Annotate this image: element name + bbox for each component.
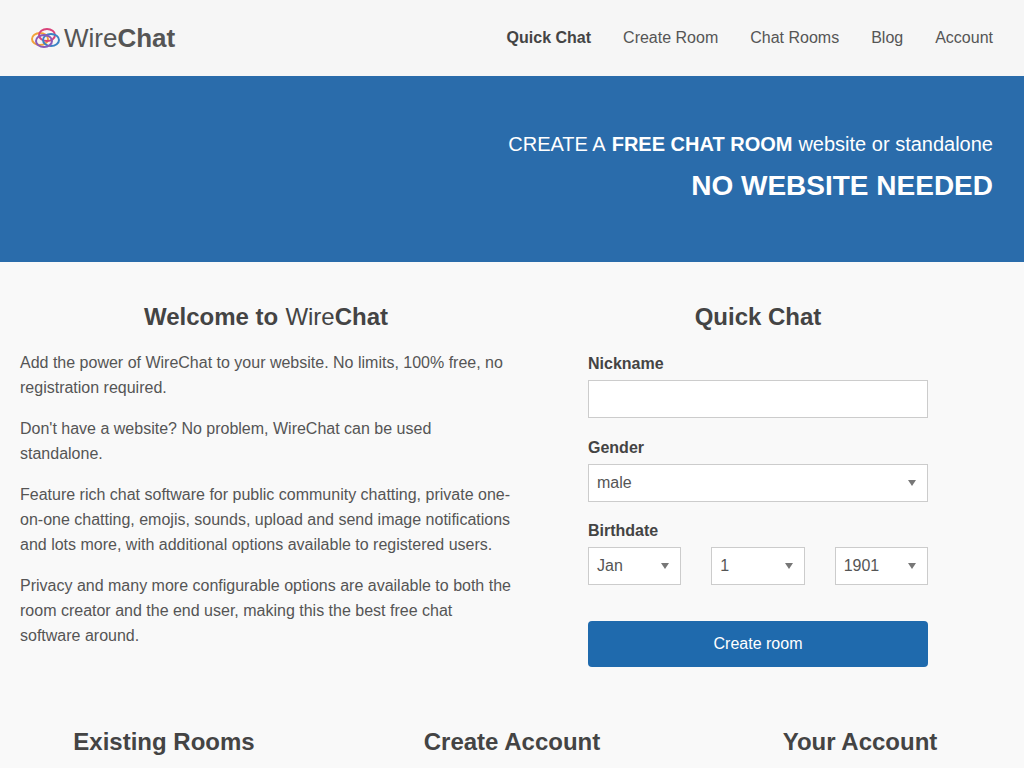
- dropdown-arrow-icon: [660, 563, 670, 569]
- hero-headline: NO WEBSITE NEEDED: [691, 169, 993, 203]
- birthdate-row: Jan 1 1901: [588, 547, 928, 585]
- quick-chat-form: Quick Chat Nickname Gender male Birthdate Jan…: [588, 302, 928, 667]
- month-select-value: Jan: [597, 554, 623, 578]
- dropdown-arrow-icon: [907, 480, 917, 486]
- nav-link[interactable]: Create Room: [623, 28, 718, 48]
- logo-part: Wire: [64, 23, 117, 53]
- main-content: Welcome toWireChatAdd the power of WireC…: [0, 262, 1024, 667]
- intro-paragraph: Feature rich chat software for public co…: [20, 482, 512, 557]
- day-select-value: 1: [720, 554, 729, 578]
- month-select[interactable]: Jan: [588, 547, 681, 585]
- section-heading: Your Account: [696, 727, 1024, 757]
- nav-link[interactable]: Blog: [871, 28, 903, 48]
- main-nav: Quick Chat Create Room Chat Rooms Blog Accou…: [507, 28, 993, 48]
- welcome-brand: WireChat: [285, 302, 388, 332]
- welcome-column: Welcome toWireChatAdd the power of WireC…: [20, 302, 512, 667]
- linked-rings-icon: [30, 26, 62, 50]
- form-title: Quick Chat: [588, 302, 928, 332]
- tagline-part: CREATE A: [508, 132, 605, 156]
- welcome-title: Welcome toWireChat: [20, 302, 512, 332]
- intro-paragraph: Privacy and many more configurable optio…: [20, 573, 512, 648]
- bottom-sections: Existing Rooms Create Account Your Account: [0, 727, 1024, 757]
- nav-link[interactable]: Quick Chat: [507, 28, 591, 48]
- nickname-input[interactable]: [588, 380, 928, 418]
- section-heading: Existing Rooms: [0, 727, 328, 757]
- gender-select-value: male: [597, 471, 632, 495]
- hero-tagline: CREATE A FREE CHAT ROOMwebsite or standal…: [508, 132, 993, 156]
- field-label: Birthdate: [588, 521, 928, 541]
- day-select[interactable]: 1: [711, 547, 804, 585]
- field-label: Nickname: [588, 354, 928, 374]
- intro-paragraph: Add the power of WireChat to your websit…: [20, 350, 512, 400]
- tagline-part: FREE CHAT ROOM: [612, 132, 793, 156]
- intro-paragraph: Don't have a website? No problem, WireCh…: [20, 416, 512, 466]
- title-part: Chat: [335, 303, 388, 330]
- year-select-value: 1901: [844, 554, 880, 578]
- field-label: Gender: [588, 438, 928, 458]
- nav-link[interactable]: Chat Rooms: [750, 28, 839, 48]
- nav-link[interactable]: Account: [935, 28, 993, 48]
- logo[interactable]: WireChat: [30, 22, 175, 54]
- logo-text: WireChat: [64, 22, 175, 54]
- title-part: Welcome to: [144, 302, 278, 332]
- gender-select[interactable]: male: [588, 464, 928, 502]
- section-heading: Create Account: [348, 727, 676, 757]
- year-select[interactable]: 1901: [835, 547, 928, 585]
- top-bar: WireChat Quick Chat Create Room Chat Rooms…: [0, 0, 1024, 76]
- dropdown-arrow-icon: [907, 563, 917, 569]
- tagline-part: website or standalone: [798, 132, 993, 156]
- title-part: Wire: [285, 303, 334, 330]
- dropdown-arrow-icon: [784, 563, 794, 569]
- logo-part: Chat: [117, 23, 175, 53]
- create-room-button[interactable]: Create room: [588, 621, 928, 667]
- hero-banner: CREATE A FREE CHAT ROOMwebsite or standal…: [0, 76, 1024, 262]
